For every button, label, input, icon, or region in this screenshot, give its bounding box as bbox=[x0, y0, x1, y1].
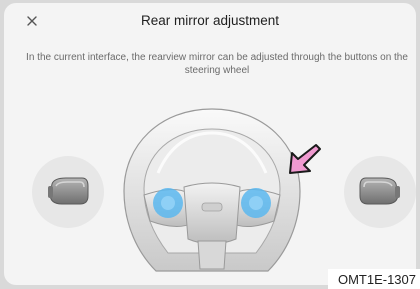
left-mirror-icon bbox=[48, 177, 89, 205]
right-mirror-button[interactable] bbox=[344, 156, 416, 228]
dialog-title: Rear mirror adjustment bbox=[140, 13, 280, 28]
right-mirror-icon bbox=[359, 177, 400, 205]
left-mirror-button[interactable] bbox=[32, 156, 104, 228]
mirror-adjustment-dialog: Rear mirror adjustment In the current in… bbox=[4, 3, 416, 285]
dialog-description: In the current interface, the rearview m… bbox=[26, 52, 408, 76]
figure-caption: OMT1E-1307 bbox=[327, 269, 420, 289]
steering-wheel-illustration bbox=[114, 103, 310, 285]
pointer-arrow-icon bbox=[289, 144, 321, 174]
